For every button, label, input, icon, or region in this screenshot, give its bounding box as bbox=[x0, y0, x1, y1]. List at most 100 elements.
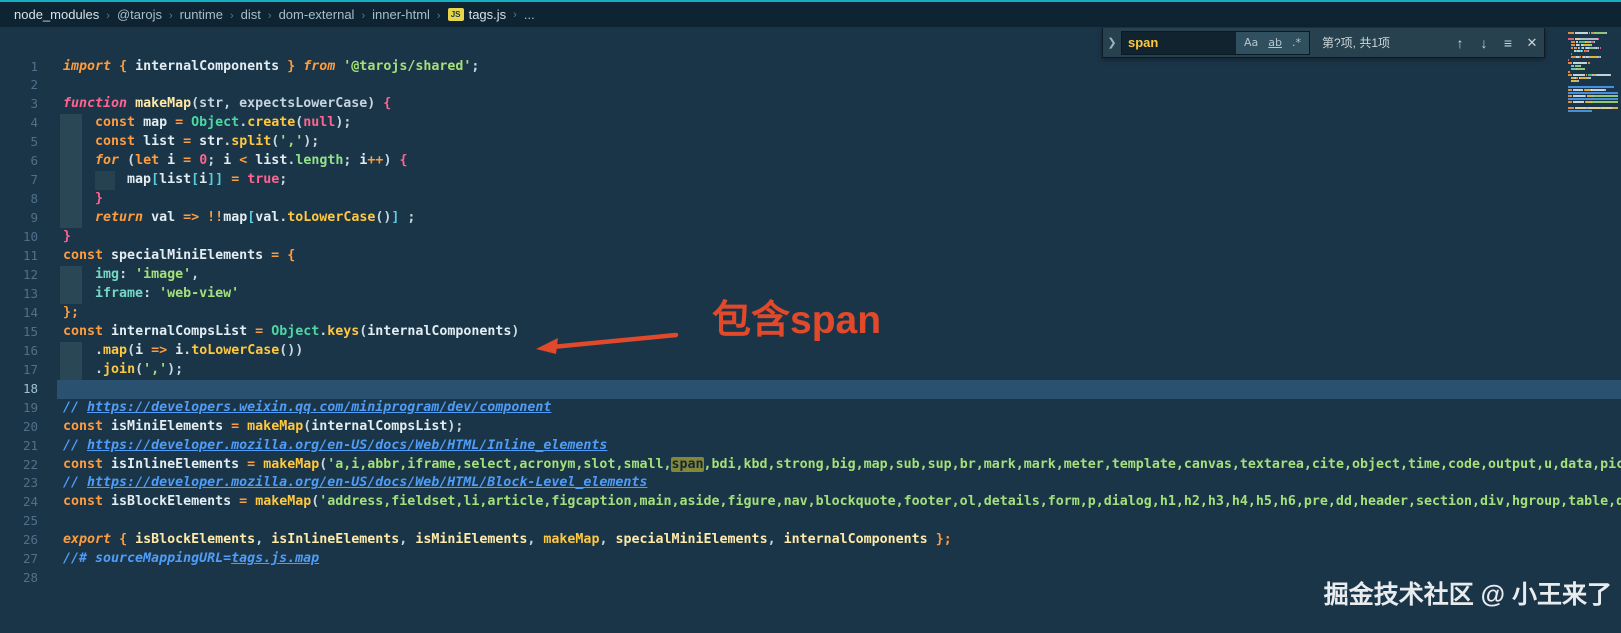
line-number[interactable]: 28 bbox=[0, 569, 38, 588]
line-number[interactable]: 20 bbox=[0, 418, 38, 437]
code-line[interactable]: 8 } bbox=[0, 190, 1621, 209]
line-number[interactable]: 14 bbox=[0, 304, 38, 323]
regex-toggle-icon[interactable]: .* bbox=[1288, 35, 1305, 50]
line-number[interactable]: 26 bbox=[0, 531, 38, 550]
line-number[interactable]: 1 bbox=[0, 58, 38, 77]
line-number[interactable]: 3 bbox=[0, 95, 38, 114]
breadcrumb-symbol-ellipsis[interactable]: ... bbox=[524, 7, 535, 22]
line-number[interactable]: 6 bbox=[0, 152, 38, 171]
code-line[interactable]: 10} bbox=[0, 228, 1621, 247]
code-line[interactable]: 26export { isBlockElements, isInlineElem… bbox=[0, 531, 1621, 550]
code-token: for bbox=[95, 153, 119, 168]
code-line[interactable]: 16 .map(i => i.toLowerCase()) bbox=[0, 342, 1621, 361]
code-line[interactable]: 5 const list = str.split(','); bbox=[0, 133, 1621, 152]
minimap-line bbox=[1568, 92, 1618, 94]
minimap-segment bbox=[1571, 53, 1572, 55]
find-input[interactable] bbox=[1122, 33, 1236, 53]
minimap-segment bbox=[1568, 101, 1572, 103]
minimap-segment bbox=[1588, 107, 1600, 109]
code-line[interactable]: 2 bbox=[0, 76, 1621, 95]
code-line[interactable]: 20const isMiniElements = makeMap(interna… bbox=[0, 418, 1621, 437]
breadcrumb-item[interactable]: dist bbox=[241, 7, 261, 22]
line-number[interactable]: 15 bbox=[0, 323, 38, 342]
code-token: = bbox=[239, 494, 247, 509]
line-number[interactable]: 25 bbox=[0, 512, 38, 531]
line-number[interactable]: 2 bbox=[0, 76, 38, 95]
code-area[interactable]: 1import { internalComponents } from '@ta… bbox=[0, 58, 1621, 589]
chevron-right-icon: › bbox=[106, 10, 110, 22]
line-number[interactable]: 4 bbox=[0, 114, 38, 133]
previous-match-arrow-icon[interactable]: ↑ bbox=[1448, 35, 1472, 51]
code-token: => bbox=[151, 343, 167, 358]
line-number[interactable]: 22 bbox=[0, 456, 38, 475]
breadcrumb-item[interactable]: @tarojs bbox=[117, 7, 162, 22]
line-number[interactable]: 18 bbox=[0, 380, 38, 399]
minimap-segment bbox=[1601, 107, 1612, 109]
code-editor[interactable]: 1import { internalComponents } from '@ta… bbox=[0, 27, 1621, 633]
code-line[interactable]: 3function makeMap(str, expectsLowerCase)… bbox=[0, 95, 1621, 114]
code-line[interactable]: 13 iframe: 'web-view' bbox=[0, 285, 1621, 304]
code-line[interactable]: 17 .join(','); bbox=[0, 361, 1621, 380]
minimap-line bbox=[1568, 98, 1618, 100]
code-line[interactable]: 6 for (let i = 0; i < list.length; i++) … bbox=[0, 152, 1621, 171]
code-line[interactable]: 12 img: 'image', bbox=[0, 266, 1621, 285]
code-line[interactable]: 18 bbox=[0, 380, 1621, 399]
code-line[interactable]: 7 map[list[i]] = true; bbox=[0, 171, 1621, 190]
minimap-segment bbox=[1597, 74, 1611, 76]
code-token: const bbox=[63, 457, 103, 472]
line-number[interactable]: 13 bbox=[0, 285, 38, 304]
breadcrumb-item[interactable]: dom-external bbox=[279, 7, 355, 22]
code-token bbox=[167, 115, 175, 130]
line-number[interactable]: 17 bbox=[0, 361, 38, 380]
minimap[interactable] bbox=[1568, 32, 1618, 633]
find-results-count: 第?项, 共1项 bbox=[1322, 34, 1390, 51]
code-line[interactable]: 11const specialMiniElements = { bbox=[0, 247, 1621, 266]
breadcrumb-item[interactable]: inner-html bbox=[372, 7, 430, 22]
code-line[interactable]: 19// https://developers.weixin.qq.com/mi… bbox=[0, 399, 1621, 418]
minimap-line bbox=[1568, 32, 1618, 34]
code-line[interactable]: 4 const map = Object.create(null); bbox=[0, 114, 1621, 133]
line-number[interactable]: 10 bbox=[0, 228, 38, 247]
code-line[interactable]: 22const isInlineElements = makeMap('a,i,… bbox=[0, 456, 1621, 475]
code-token: map bbox=[127, 172, 151, 187]
close-icon[interactable]: ✕ bbox=[1520, 35, 1544, 51]
breadcrumb-items: node_modules›@tarojs›runtime›dist›dom-ex… bbox=[14, 6, 448, 24]
code-line[interactable]: 25 bbox=[0, 512, 1621, 531]
code-line[interactable]: 9 return val => !!map[val.toLowerCase()]… bbox=[0, 209, 1621, 228]
line-number[interactable]: 23 bbox=[0, 474, 38, 493]
line-number[interactable]: 8 bbox=[0, 190, 38, 209]
code-token: = bbox=[271, 248, 279, 263]
code-line[interactable]: 24const isBlockElements = makeMap('addre… bbox=[0, 493, 1621, 512]
minimap-segment bbox=[1600, 47, 1601, 49]
chevron-right-icon: › bbox=[513, 9, 517, 21]
line-number[interactable]: 12 bbox=[0, 266, 38, 285]
breadcrumb-file[interactable]: tags.js bbox=[469, 7, 507, 22]
code-line[interactable]: 23// https://developer.mozilla.org/en-US… bbox=[0, 474, 1621, 493]
code-token: !! bbox=[207, 210, 223, 225]
line-number[interactable]: 9 bbox=[0, 209, 38, 228]
code-line[interactable]: 1import { internalComponents } from '@ta… bbox=[0, 58, 1621, 77]
find-expand-chevron-icon[interactable]: ❯ bbox=[1103, 36, 1121, 49]
code-line[interactable]: 15const internalCompsList = Object.keys(… bbox=[0, 323, 1621, 342]
code-line[interactable]: 27//# sourceMappingURL=tags.js.map bbox=[0, 550, 1621, 569]
line-number[interactable]: 27 bbox=[0, 550, 38, 569]
line-number[interactable]: 19 bbox=[0, 399, 38, 418]
line-number[interactable]: 16 bbox=[0, 342, 38, 361]
code-token: i bbox=[175, 343, 183, 358]
line-number[interactable]: 21 bbox=[0, 437, 38, 456]
code-line[interactable]: 14}; bbox=[0, 304, 1621, 323]
find-in-selection-icon[interactable]: ≡ bbox=[1496, 35, 1520, 51]
line-number[interactable]: 5 bbox=[0, 133, 38, 152]
breadcrumb-item[interactable]: node_modules bbox=[14, 7, 99, 22]
breadcrumb-item[interactable]: runtime bbox=[180, 7, 223, 22]
next-match-arrow-icon[interactable]: ↓ bbox=[1472, 35, 1496, 51]
line-number[interactable]: 24 bbox=[0, 493, 38, 512]
whole-word-toggle-icon[interactable]: ab bbox=[1264, 35, 1286, 50]
line-number[interactable]: 7 bbox=[0, 171, 38, 190]
code-token: ) bbox=[511, 324, 519, 339]
code-token: ; bbox=[471, 59, 479, 74]
code-line[interactable]: 21// https://developer.mozilla.org/en-US… bbox=[0, 437, 1621, 456]
code-line[interactable]: 28 bbox=[0, 569, 1621, 588]
line-number[interactable]: 11 bbox=[0, 247, 38, 266]
match-case-toggle-icon[interactable]: Aa bbox=[1240, 35, 1262, 50]
